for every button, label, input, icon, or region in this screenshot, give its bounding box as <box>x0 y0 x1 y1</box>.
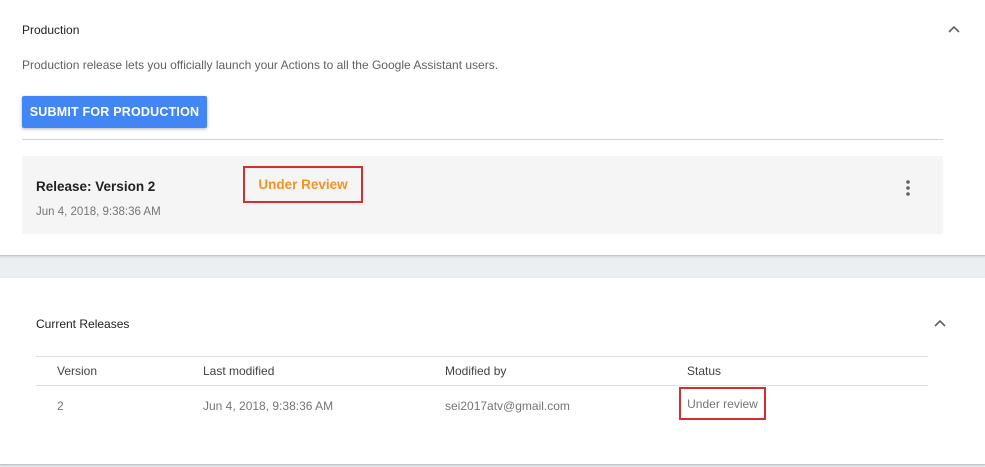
column-header-version: Version <box>57 364 98 378</box>
releases-table-header: Version Last modified Modified by Status <box>36 356 928 386</box>
row-status-badge: Under review <box>679 387 766 420</box>
row-version: 2 <box>57 399 64 413</box>
divider <box>22 139 943 140</box>
table-row[interactable]: 2 Jun 4, 2018, 9:38:36 AM sei2017atv@gma… <box>36 386 928 426</box>
current-releases-title: Current Releases <box>36 317 130 331</box>
column-header-last-modified: Last modified <box>203 364 275 378</box>
release-title: Release: Version 2 <box>36 179 156 194</box>
submit-for-production-button[interactable]: SUBMIT FOR PRODUCTION <box>22 96 207 128</box>
chevron-up-icon[interactable] <box>947 24 961 34</box>
row-last-modified: Jun 4, 2018, 9:38:36 AM <box>203 399 334 413</box>
chevron-up-icon[interactable] <box>933 318 947 328</box>
release-item: Release: Version 2 Jun 4, 2018, 9:38:36 … <box>22 156 943 234</box>
production-card: Production Production release lets you o… <box>0 0 985 256</box>
production-description: Production release lets you officially l… <box>22 58 499 72</box>
more-vert-icon[interactable] <box>901 178 915 198</box>
release-date: Jun 4, 2018, 9:38:36 AM <box>36 206 161 218</box>
column-header-modified-by: Modified by <box>445 364 507 378</box>
production-title: Production <box>22 23 80 37</box>
release-status-badge: Under Review <box>243 166 363 203</box>
row-modified-by: sei2017atv@gmail.com <box>445 399 570 413</box>
column-header-status: Status <box>687 364 722 378</box>
